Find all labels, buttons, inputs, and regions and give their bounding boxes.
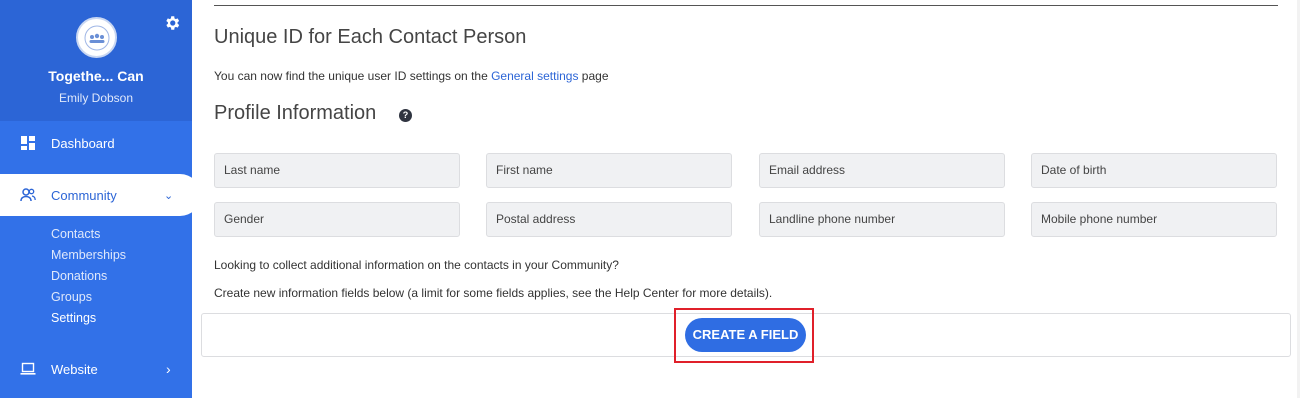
field-landline-phone[interactable]: Landline phone number [759, 202, 1005, 237]
field-mobile-phone[interactable]: Mobile phone number [1031, 202, 1277, 237]
org-name: Togethe... Can [48, 68, 144, 84]
nav-website[interactable]: Website › [0, 349, 192, 389]
nav-community-label: Community [51, 187, 117, 203]
unique-id-heading: Unique ID for Each Contact Person [214, 26, 527, 48]
field-last-name[interactable]: Last name [214, 153, 460, 188]
gear-icon[interactable] [163, 14, 181, 32]
field-email-address[interactable]: Email address [759, 153, 1005, 188]
unique-id-text: You can now find the unique user ID sett… [214, 69, 609, 83]
chevron-down-icon[interactable]: ⌄ [164, 189, 173, 202]
sidebar: Togethe... Can Emily Dobson Dashboard Co… [0, 0, 201, 398]
community-icon [20, 188, 36, 202]
profile-heading: Profile Information [214, 102, 377, 124]
community-logo-icon [84, 25, 109, 50]
create-fields-text: Create new information fields below (a l… [214, 286, 773, 300]
additional-info-text: Looking to collect additional informatio… [214, 258, 619, 272]
nav-community[interactable]: Community ⌄ [0, 174, 201, 216]
nav-website-label: Website [51, 361, 98, 377]
unique-id-text-after: page [578, 69, 609, 83]
field-first-name[interactable]: First name [486, 153, 732, 188]
subnav-settings[interactable]: Settings [51, 310, 126, 331]
create-field-button[interactable]: CREATE A FIELD [685, 318, 806, 352]
field-postal-address[interactable]: Postal address [486, 202, 732, 237]
dashboard-icon [21, 136, 35, 150]
user-name: Emily Dobson [58, 91, 134, 105]
top-divider [214, 5, 1278, 6]
subnav-memberships[interactable]: Memberships [51, 247, 126, 268]
general-settings-link[interactable]: General settings [491, 69, 578, 83]
chevron-right-icon[interactable]: › [166, 361, 171, 377]
nav-dashboard[interactable]: Dashboard [0, 123, 192, 163]
org-avatar[interactable] [76, 17, 117, 58]
sidebar-header: Togethe... Can Emily Dobson [0, 0, 192, 121]
community-subnav: Contacts Memberships Donations Groups Se… [51, 226, 126, 331]
subnav-groups[interactable]: Groups [51, 289, 126, 310]
question-circle-icon[interactable]: ? [399, 109, 412, 122]
subnav-donations[interactable]: Donations [51, 268, 126, 289]
subnav-contacts[interactable]: Contacts [51, 226, 126, 247]
unique-id-text-before: You can now find the unique user ID sett… [214, 69, 492, 83]
nav-dashboard-label: Dashboard [51, 135, 115, 151]
field-date-of-birth[interactable]: Date of birth [1031, 153, 1277, 188]
field-gender[interactable]: Gender [214, 202, 460, 237]
laptop-icon [20, 362, 36, 375]
